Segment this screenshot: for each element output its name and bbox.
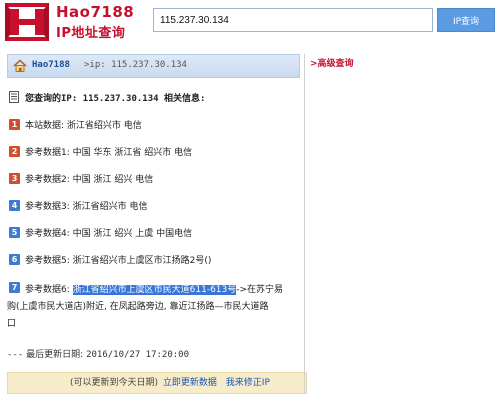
item-label: 本站数据: (25, 121, 65, 131)
item-value: 中国 华东 浙江省 绍兴市 电信 (72, 148, 193, 158)
item-label: 参考数据4: (25, 229, 70, 239)
item-number-badge: 4 (9, 200, 20, 211)
item-value: 中国 浙江 绍兴 上虞 中国电信 (72, 229, 193, 239)
item-value: 浙江省绍兴市 电信 (72, 202, 148, 212)
selected-address-text[interactable]: 浙江省绍兴市上虞区市民大道611-613号 (72, 285, 237, 295)
item-number-badge: 5 (9, 227, 20, 238)
item-value-line2: 购(上虞市民大道店)附近, 在凤起路旁边, 靠近江扬路—市民大道路 (7, 302, 269, 312)
ip-search-button[interactable]: IP查询 (437, 8, 495, 32)
column-divider (304, 54, 305, 394)
breadcrumb-current: >ip: 115.237.30.134 (84, 60, 187, 70)
item-label: 参考数据2: (25, 175, 70, 185)
updated-prefix: --- (7, 350, 24, 360)
item-value-line1: ->在苏宁易 (236, 285, 284, 295)
brand-subtitle: IP地址查询 (56, 26, 126, 41)
home-icon (13, 59, 27, 72)
item-label: 参考数据3: (25, 202, 70, 212)
main-column: Hao7188 >ip: 115.237.30.134 (7, 54, 300, 78)
result-title: 您查询的IP: 115.237.30.134 相关信息: (25, 94, 206, 104)
header: Hao7188 IP地址查询 IP查询 (0, 0, 500, 46)
update-now-link[interactable]: 立即更新数据 (163, 378, 217, 388)
updated-label: 最后更新日期: (26, 350, 84, 360)
item-number-badge: 3 (9, 173, 20, 184)
fix-ip-link[interactable]: 我来修正IP (226, 378, 270, 388)
item-number-badge: 2 (9, 146, 20, 157)
breadcrumb: Hao7188 >ip: 115.237.30.134 (7, 54, 300, 78)
item-label: 参考数据6: (25, 285, 70, 295)
breadcrumb-home-link[interactable]: Hao7188 (32, 60, 70, 70)
item-number-badge: 1 (9, 119, 20, 130)
item-value: 浙江省绍兴市上虞区市江扬路2号() (72, 256, 212, 266)
updated-value: 2016/10/27 17:20:00 (86, 350, 190, 360)
item-label: 参考数据5: (25, 256, 70, 266)
item-value: 中国 浙江 绍兴 电信 (72, 175, 154, 185)
result-item-7: 7 参考数据6: 浙江省绍兴市上虞区市民大道611-613号->在苏宁易 购(上… (7, 282, 300, 336)
item-number-badge: 6 (9, 254, 20, 265)
item-value-line3: 口 (7, 319, 17, 329)
item-label: 参考数据1: (25, 148, 70, 158)
advanced-search-link[interactable]: >高级查询 (310, 56, 354, 69)
last-updated: --- 最后更新日期: 2016/10/27 17:20:00 (7, 347, 189, 360)
brand-name: Hao7188 (56, 3, 135, 21)
document-icon (9, 91, 19, 103)
result-heading: 您查询的IP: 115.237.30.134 相关信息: (7, 90, 300, 106)
ip-search-input[interactable] (153, 8, 433, 32)
item-value: 浙江省绍兴市 电信 (66, 121, 142, 131)
update-note: (可以更新到今天日期) (70, 378, 159, 388)
logo-mark (5, 3, 49, 41)
update-bar: (可以更新到今天日期) 立即更新数据 我来修正IP (7, 372, 307, 394)
